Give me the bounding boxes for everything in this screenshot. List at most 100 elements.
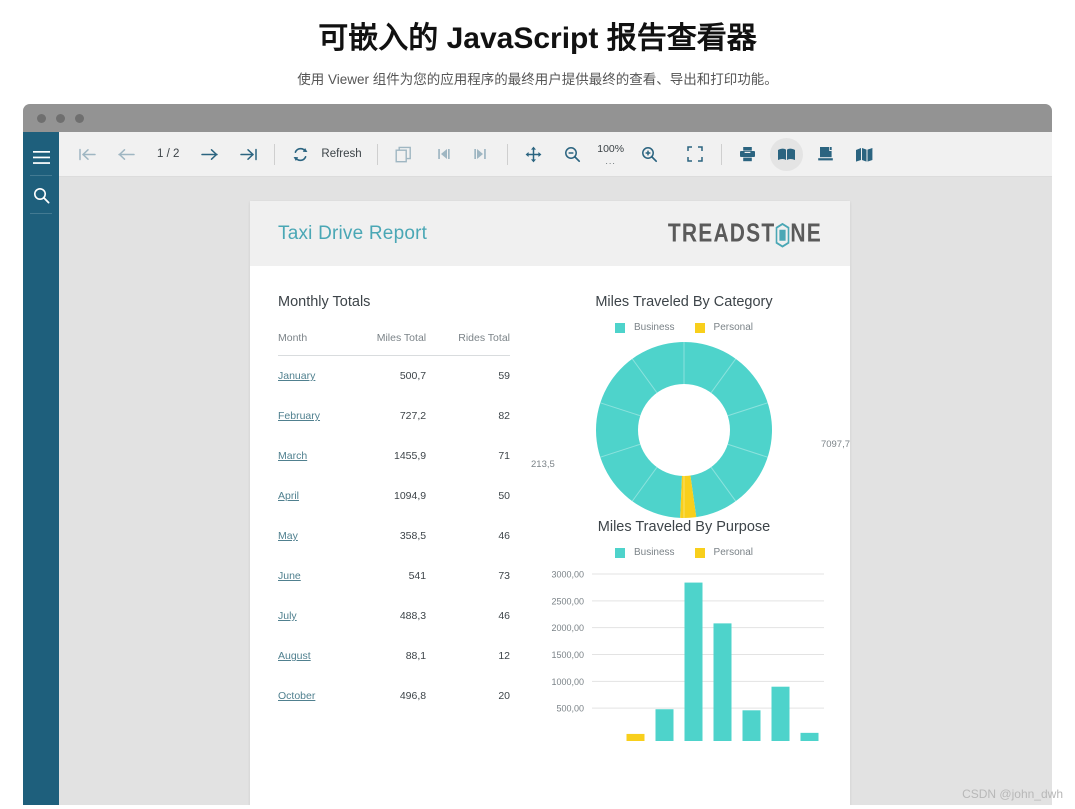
bar-chart-svg: 3000,00 2500,00 2000,00 1500,00 1000,00 500,0…	[551, 570, 824, 741]
printer-icon	[739, 147, 755, 162]
step-back-icon	[437, 149, 450, 159]
zoom-level-value: 100%	[597, 142, 625, 155]
month-link[interactable]: February	[278, 410, 320, 422]
month-link[interactable]: January	[278, 370, 315, 382]
zoom-in-icon	[641, 146, 657, 162]
month-link[interactable]: August	[278, 650, 311, 662]
chart-title-category: Miles Traveled By Category	[595, 294, 773, 310]
donut-chart: 213,5 7097,7	[531, 339, 850, 519]
window-close-dot[interactable]	[37, 113, 46, 123]
bar-personal-1	[626, 733, 645, 741]
cell-miles-total: 358,5	[399, 530, 427, 542]
column-header-miles-total: Miles Total	[376, 332, 427, 344]
toolbar-divider-4	[720, 143, 722, 165]
sidebar-rail	[23, 132, 59, 805]
step-back-button[interactable]	[426, 138, 459, 171]
next-page-button[interactable]	[193, 138, 226, 171]
window-minimize-dot[interactable]	[56, 113, 65, 123]
pan-tool-button[interactable]	[517, 138, 550, 171]
arrow-left-icon	[118, 148, 135, 160]
cell-rides-total: 71	[498, 450, 510, 462]
print-button[interactable]	[731, 138, 764, 171]
y-axis-tick-label: 2500,00	[551, 596, 584, 606]
sidebar-item-search[interactable]	[23, 176, 59, 214]
copy-button[interactable]	[387, 138, 420, 171]
zoom-out-button[interactable]	[556, 138, 589, 171]
table-row: April 1094,9 50	[278, 476, 510, 516]
first-page-button[interactable]	[71, 138, 104, 171]
table-row: February 727,2 82	[278, 396, 510, 436]
window-maximize-dot[interactable]	[75, 113, 84, 123]
legend-label-business-bars: Business	[633, 547, 675, 558]
two-page-view-button[interactable]	[769, 137, 803, 171]
page-header: 可嵌入的 JavaScript 报告查看器 使用 Viewer 组件为您的应用程…	[0, 0, 1075, 90]
sidebar-item-menu[interactable]	[23, 138, 59, 176]
cell-month: March	[278, 436, 346, 476]
logo-text-left: TREADST	[667, 218, 776, 248]
chart-legend-purpose: Business Personal	[540, 547, 828, 558]
gem-icon	[775, 222, 790, 248]
toolbar-divider-3	[506, 143, 508, 165]
arrow-right-icon	[201, 148, 219, 160]
month-link[interactable]: October	[278, 690, 315, 702]
zoom-level-display[interactable]: 100% ...	[589, 142, 633, 167]
viewer-toolbar: 1 / 2 Refresh 100% ...	[59, 132, 1052, 177]
search-icon	[33, 187, 50, 204]
bar-business-3	[684, 582, 703, 741]
step-forward-button[interactable]	[465, 138, 498, 171]
cell-miles-total: 488,3	[399, 610, 427, 622]
cell-month: February	[278, 396, 346, 436]
y-axis-tick-label: 3000,00	[551, 570, 584, 580]
cell-month: October	[278, 676, 346, 716]
step-forward-icon	[473, 149, 486, 159]
y-axis-tick-label: 1500,00	[551, 650, 584, 660]
page-subtitle: 使用 Viewer 组件为您的应用程序的最终用户提供最终的查看、导出和打印功能。	[297, 72, 778, 87]
menu-icon	[32, 150, 50, 164]
single-page-book-icon	[817, 147, 833, 161]
document-canvas[interactable]: Taxi Drive Report TREADST NE Monthly Tot…	[59, 177, 1052, 805]
month-link[interactable]: March	[278, 450, 307, 462]
donut-label-business: 7097,7	[820, 439, 850, 450]
legend-item-personal-bars[interactable]: Personal	[694, 547, 753, 558]
legend-item-personal[interactable]: Personal	[694, 322, 753, 333]
single-page-view-button[interactable]	[809, 138, 842, 171]
page-indicator[interactable]: 1 / 2	[143, 148, 193, 160]
section-title-monthly-totals: Monthly Totals	[278, 294, 371, 310]
bar-business-7	[800, 732, 819, 741]
company-logo: TREADST NE	[668, 219, 822, 249]
bar-business-5	[742, 710, 761, 741]
legend-swatch-business-bars	[614, 547, 625, 558]
refresh-button[interactable]	[284, 138, 317, 171]
month-link[interactable]: April	[278, 490, 299, 502]
zoom-in-button[interactable]	[633, 138, 666, 171]
cell-rides-total: 73	[498, 570, 510, 582]
month-link[interactable]: June	[278, 570, 301, 582]
monthly-totals-section: Monthly Totals Month Miles Total Rides T…	[278, 294, 510, 741]
cell-month: June	[278, 556, 346, 596]
month-link[interactable]: May	[278, 530, 298, 542]
refresh-label[interactable]: Refresh	[317, 148, 367, 160]
month-link[interactable]: July	[278, 610, 297, 622]
legend-item-business[interactable]: Business	[614, 322, 675, 333]
legend-item-business-bars[interactable]: Business	[614, 547, 675, 558]
report-header: Taxi Drive Report TREADST NE	[250, 201, 850, 266]
cell-miles-total: 1094,9	[394, 490, 427, 502]
y-axis-tick-label: 1000,00	[551, 677, 584, 687]
previous-page-button[interactable]	[110, 138, 143, 171]
monthly-totals-table: Month Miles Total Rides Total January 500…	[278, 332, 510, 716]
cell-miles-total: 496,8	[399, 690, 427, 702]
cell-miles-total: 88,1	[405, 650, 427, 662]
legend-label-business: Business	[633, 322, 675, 333]
table-row: October 496,8 20	[278, 676, 510, 716]
cell-rides-total: 46	[498, 610, 510, 622]
last-page-icon	[240, 148, 258, 160]
fit-page-button[interactable]	[679, 138, 712, 171]
last-page-button[interactable]	[232, 138, 265, 171]
table-row: March 1455,9 71	[278, 436, 510, 476]
table-row: July 488,3 46	[278, 596, 510, 636]
cell-miles-total: 500,7	[399, 370, 427, 382]
toolbar-divider	[274, 143, 276, 165]
continuous-view-button[interactable]	[848, 138, 881, 171]
cell-rides-total: 20	[498, 690, 510, 702]
report-page: Taxi Drive Report TREADST NE Monthly Tot…	[250, 201, 850, 805]
